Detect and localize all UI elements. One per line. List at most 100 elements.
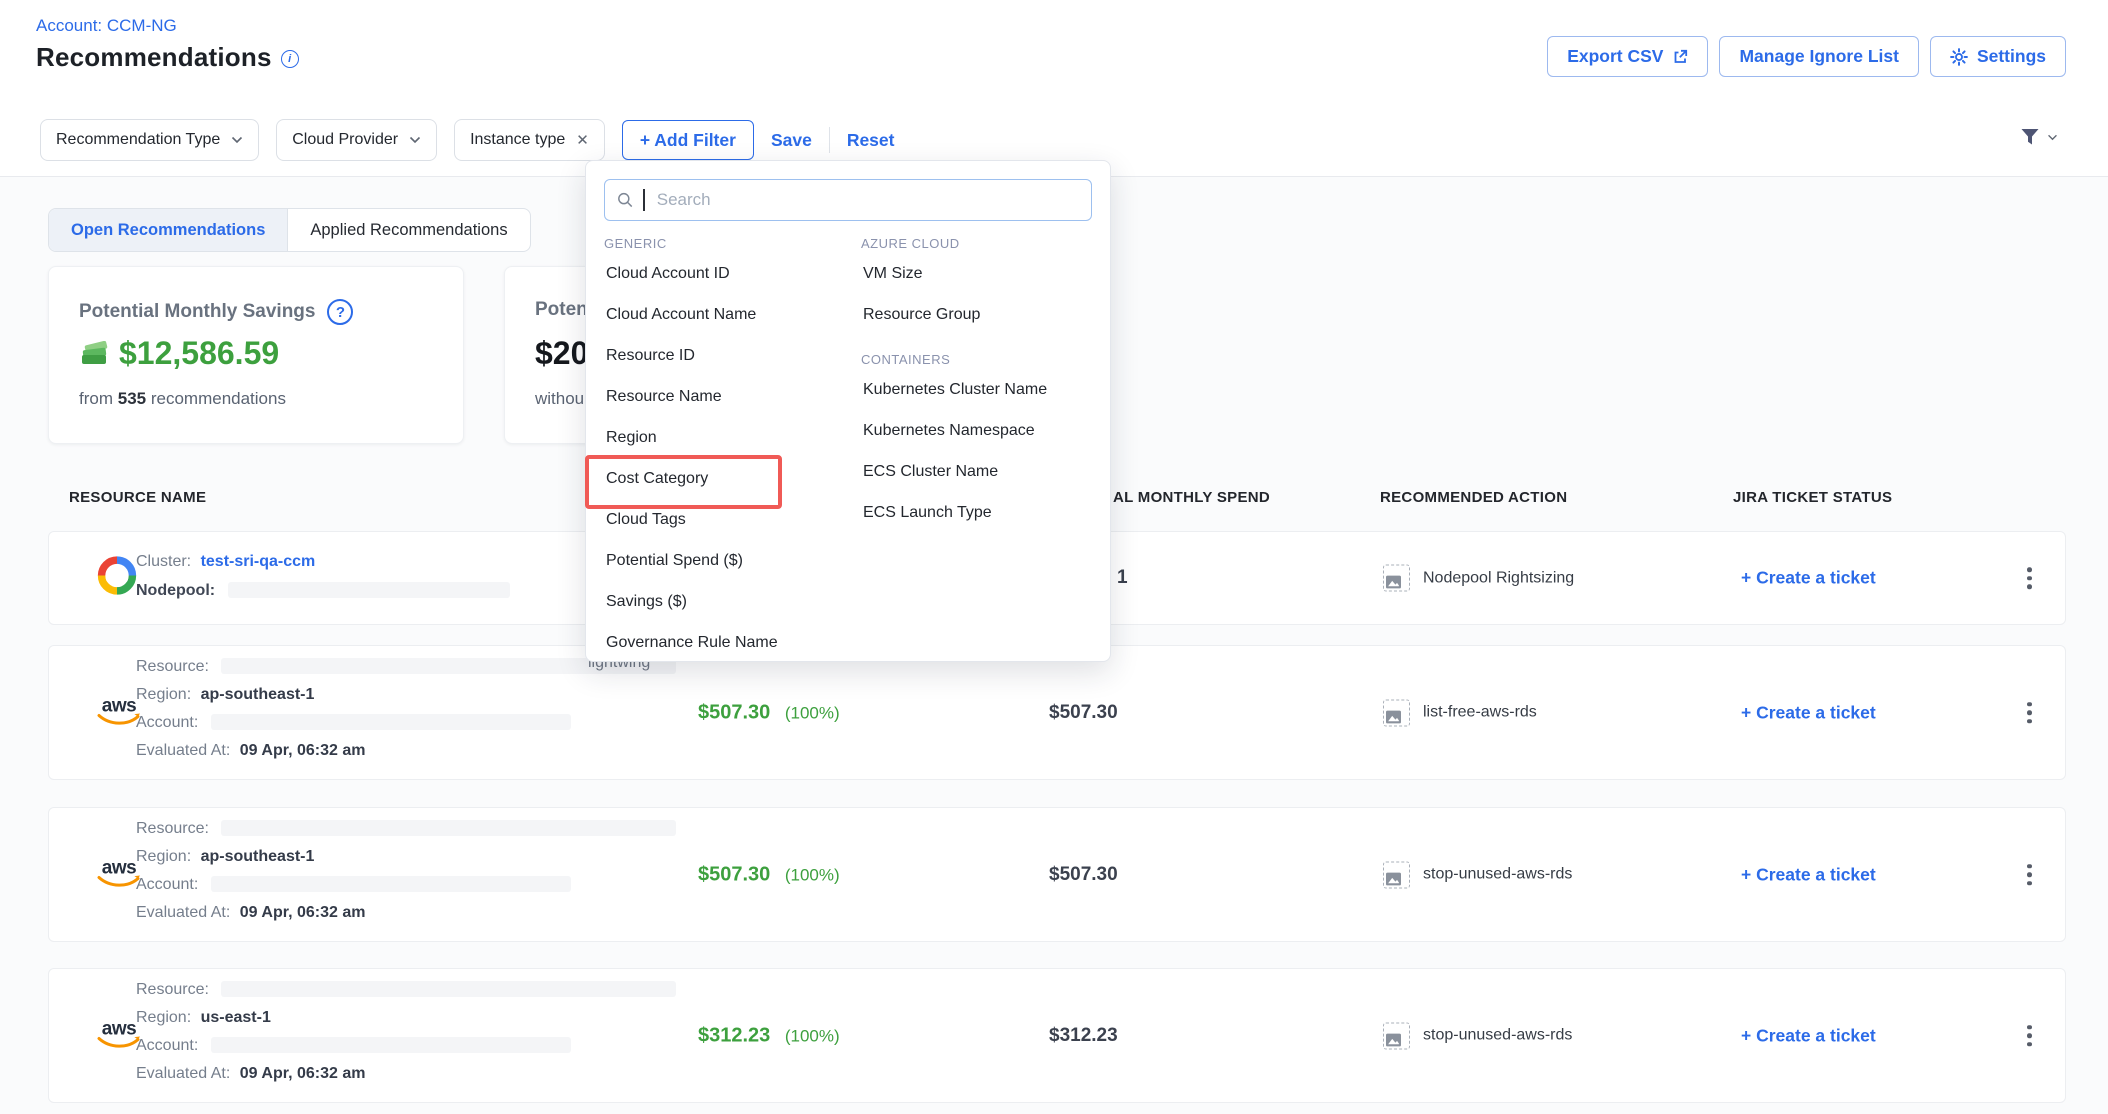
filter-option-savings[interactable]: Savings ($): [604, 581, 856, 622]
account-line: Account:: [136, 714, 571, 732]
breadcrumb[interactable]: Account: CCM-NG: [36, 16, 177, 36]
section-title-azure-cloud: AZURE CLOUD: [861, 233, 1096, 253]
evaluated-label: Evaluated At:: [136, 904, 230, 921]
filter-option-resource-id[interactable]: Resource ID: [604, 335, 856, 376]
action-label: list-free-aws-rds: [1423, 704, 1537, 722]
header-actions: Export CSV Manage Ignore List Settings: [1547, 36, 2066, 77]
table-row: aws Resource: Region: ap-southeast-1 Acc…: [48, 645, 2066, 780]
tab-applied-recommendations[interactable]: Applied Recommendations: [288, 209, 529, 251]
savings-percent: (100%): [785, 865, 840, 884]
filter-panel-toggle[interactable]: [2020, 128, 2058, 146]
search-box: [604, 179, 1092, 221]
sub-prefix: from: [79, 389, 113, 408]
redacted-value: [228, 582, 510, 598]
redacted-value: [221, 820, 676, 836]
title-row: Recommendations i: [36, 42, 299, 73]
question-icon[interactable]: ?: [327, 299, 353, 325]
create-ticket-link[interactable]: + Create a ticket: [1741, 1025, 1876, 1046]
action-label: stop-unused-aws-rds: [1423, 1027, 1572, 1045]
row-menu-button[interactable]: [2023, 698, 2036, 728]
search-input[interactable]: [655, 189, 1079, 211]
region-label: Region:: [136, 848, 191, 865]
reset-filter-button[interactable]: Reset: [847, 130, 895, 151]
settings-label: Settings: [1977, 46, 2046, 67]
filter-option-kubernetes-cluster-name[interactable]: Kubernetes Cluster Name: [861, 369, 1096, 410]
resource-label: Resource:: [136, 981, 209, 998]
filter-option-vm-size[interactable]: VM Size: [861, 253, 1096, 294]
filter-chip-recommendation-type[interactable]: Recommendation Type: [40, 119, 259, 161]
cluster-name-link[interactable]: test-sri-qa-ccm: [201, 553, 316, 570]
savings-value: $507.30 (100%): [698, 701, 840, 724]
row-menu-button[interactable]: [2023, 1021, 2036, 1051]
add-filter-button[interactable]: + Add Filter: [622, 120, 754, 160]
evaluated-label: Evaluated At:: [136, 1065, 230, 1082]
redacted-value: [211, 714, 571, 730]
settings-button[interactable]: Settings: [1930, 36, 2066, 77]
account-line: Account:: [136, 876, 571, 894]
filter-option-potential-spend[interactable]: Potential Spend ($): [604, 540, 856, 581]
filter-chip-instance-type[interactable]: Instance type ✕: [454, 119, 605, 161]
action-label: Nodepool Rightsizing: [1423, 569, 1574, 587]
filter-option-resource-group[interactable]: Resource Group: [861, 294, 1096, 335]
gcp-icon: [97, 556, 137, 601]
resource-label: Resource:: [136, 820, 209, 837]
row-menu-button[interactable]: [2023, 860, 2036, 890]
monthly-spend-partial: 1: [1117, 567, 1128, 589]
create-ticket-link[interactable]: + Create a ticket: [1741, 702, 1876, 723]
tab-open-recommendations[interactable]: Open Recommendations: [49, 209, 288, 251]
filter-option-resource-name[interactable]: Resource Name: [604, 376, 856, 417]
filter-option-governance-rule-name[interactable]: Governance Rule Name: [604, 622, 856, 663]
external-link-icon: [1672, 49, 1688, 65]
table-row: aws Resource: Region: us-east-1 Account:…: [48, 968, 2066, 1103]
divider: [829, 127, 830, 153]
resource-line: Resource:: [136, 820, 676, 838]
dropdown-column-left: GENERIC Cloud Account ID Cloud Account N…: [604, 233, 856, 663]
filter-option-kubernetes-namespace[interactable]: Kubernetes Namespace: [861, 410, 1096, 451]
chevron-down-icon: [409, 136, 421, 144]
monthly-spend-value: $312.23: [1049, 1025, 1118, 1047]
export-csv-label: Export CSV: [1567, 46, 1663, 67]
recommended-action: stop-unused-aws-rds: [1383, 1022, 1572, 1049]
funnel-icon: [2020, 128, 2040, 146]
column-header-resource-name: RESOURCE NAME: [69, 489, 206, 506]
filter-option-ecs-cluster-name[interactable]: ECS Cluster Name: [861, 451, 1096, 492]
manage-ignore-label: Manage Ignore List: [1739, 46, 1898, 67]
savings-amount: $312.23: [698, 1024, 770, 1046]
create-ticket-link[interactable]: + Create a ticket: [1741, 864, 1876, 885]
chip-label: Instance type: [470, 131, 565, 149]
evaluated-line: Evaluated At: 09 Apr, 06:32 am: [136, 904, 365, 922]
filter-option-ecs-launch-type[interactable]: ECS Launch Type: [861, 492, 1096, 533]
card-title: Potential Monthly Savings: [79, 301, 315, 323]
monthly-spend-value: $507.30: [1049, 702, 1118, 724]
potential-monthly-savings-card: Potential Monthly Savings ? $12,586.59 f…: [48, 266, 464, 444]
manage-ignore-list-button[interactable]: Manage Ignore List: [1719, 36, 1918, 77]
resource-line: Resource:: [136, 981, 676, 999]
close-icon[interactable]: ✕: [576, 131, 589, 149]
filter-option-cloud-tags[interactable]: Cloud Tags: [604, 499, 856, 540]
region-value: ap-southeast-1: [201, 686, 315, 703]
create-ticket-link[interactable]: + Create a ticket: [1741, 568, 1876, 589]
save-filter-button[interactable]: Save: [771, 130, 812, 151]
aws-icon: aws: [97, 1022, 141, 1049]
info-icon[interactable]: i: [281, 50, 299, 68]
filter-option-cloud-account-id[interactable]: Cloud Account ID: [604, 253, 856, 294]
broken-image-icon: [1383, 1022, 1410, 1049]
row-menu-button[interactable]: [2023, 563, 2036, 593]
export-csv-button[interactable]: Export CSV: [1547, 36, 1708, 77]
savings-value: $312.23 (100%): [698, 1024, 840, 1047]
nodepool-label: Nodepool:: [136, 582, 215, 599]
column-header-monthly-spend: AL MONTHLY SPEND: [1113, 489, 1270, 506]
card-title-row: Potential Monthly Savings ?: [79, 299, 353, 325]
broken-image-icon: [1383, 699, 1410, 726]
aws-icon: aws: [97, 861, 141, 888]
card-title: Poten: [535, 299, 588, 321]
search-icon: [617, 191, 633, 209]
filter-option-cost-category[interactable]: Cost Category: [604, 458, 856, 499]
filter-chip-cloud-provider[interactable]: Cloud Provider: [276, 119, 437, 161]
column-header-recommended-action: RECOMMENDED ACTION: [1380, 489, 1567, 506]
redacted-value: [211, 876, 571, 892]
gear-icon: [1950, 48, 1968, 66]
savings-subtitle: from 535 recommendations: [79, 389, 286, 409]
filter-option-region[interactable]: Region: [604, 417, 856, 458]
filter-option-cloud-account-name[interactable]: Cloud Account Name: [604, 294, 856, 335]
